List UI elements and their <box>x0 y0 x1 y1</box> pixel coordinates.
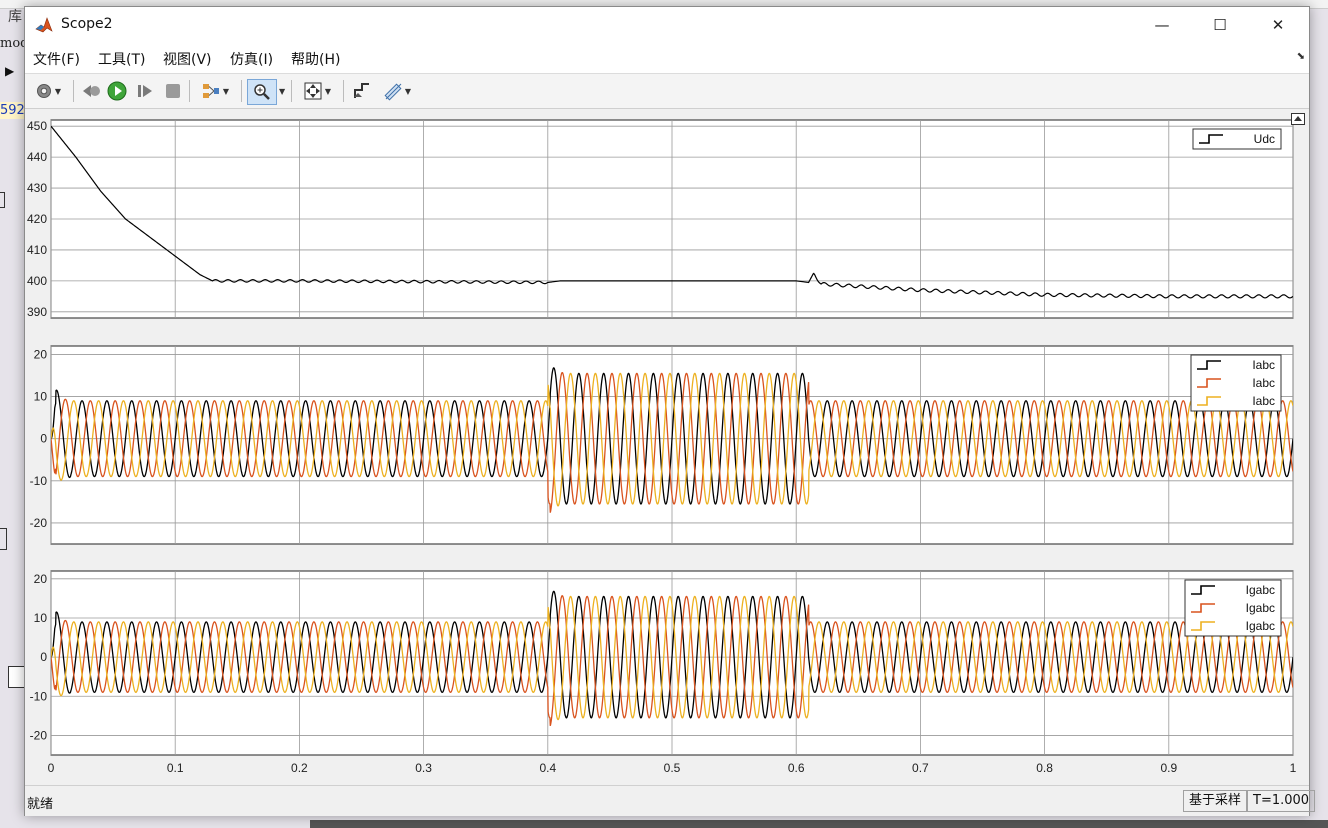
menu-bar: 文件(F) 工具(T) 视图(V) 仿真(I) 帮助(H) ⬊ <box>25 43 1309 74</box>
menu-view[interactable]: 视图(V) <box>163 49 212 69</box>
toolbar-separator <box>291 80 292 102</box>
x-tick-label: 0.6 <box>788 761 805 775</box>
legend[interactable]: Iabc Iabc Iabc <box>1190 354 1282 412</box>
step-back-button[interactable] <box>79 79 103 103</box>
cursor-measure-button[interactable]: ▼ <box>377 79 417 103</box>
background-block[interactable] <box>0 192 5 208</box>
legend-label: Iabc <box>1252 376 1275 390</box>
triggers-button[interactable] <box>349 79 375 103</box>
stop-icon <box>166 84 180 98</box>
cursor-measure-icon <box>384 83 402 101</box>
y-tick-label: 420 <box>27 212 47 226</box>
menu-file[interactable]: 文件(F) <box>33 49 80 69</box>
scope-plots: 390400410420430440450Udc-20-1001020IabcI… <box>27 119 1297 775</box>
zoom-dropdown-icon[interactable]: ▼ <box>279 87 285 96</box>
y-tick-label: 400 <box>27 274 47 288</box>
scope-panel-3[interactable]: -20 -10 0 10 20 0 0.1 0.2 0.3 0.4 0.5 0.6 0.7 0.8 0.9 1… <box>30 570 1297 775</box>
run-button[interactable] <box>105 79 129 103</box>
menu-simulation[interactable]: 仿真(I) <box>230 49 273 69</box>
title-bar[interactable]: Scope2 — ☐ ✕ <box>25 7 1309 43</box>
scope-panel-1[interactable]: 390 400 410 420 430 440 450 Udc <box>27 119 1294 319</box>
legend-label: Igabc <box>1246 583 1275 597</box>
toolbar-separator <box>73 80 74 102</box>
y-tick-label: 10 <box>34 390 48 404</box>
menu-help[interactable]: 帮助(H) <box>291 49 340 69</box>
legend-label: Iabc <box>1252 358 1275 372</box>
background-library-label: 库 <box>8 9 22 25</box>
legend-label: Iabc <box>1252 394 1275 408</box>
signal-selector-icon <box>202 84 219 98</box>
step-forward-button[interactable] <box>133 79 157 103</box>
scope-panel-2[interactable]: -20 -10 0 10 20 Iabc Iabc Iabc <box>30 345 1294 545</box>
toolbar: ▼ ▼ ▼ ▼ ▼ <box>25 74 1309 109</box>
x-tick-label: 0.5 <box>664 761 681 775</box>
y-tick-label: -10 <box>30 474 48 488</box>
fit-axes-button[interactable]: ▼ <box>297 79 337 103</box>
menu-tools[interactable]: 工具(T) <box>98 49 145 69</box>
status-time: T=1.000 <box>1247 790 1316 812</box>
y-tick-label: 440 <box>27 150 47 164</box>
zoom-button[interactable] <box>247 79 277 105</box>
step-forward-icon <box>138 85 152 97</box>
background-scrollbar[interactable] <box>310 820 1328 828</box>
step-back-icon <box>83 85 100 97</box>
y-tick-label: -20 <box>30 728 48 742</box>
y-tick-label: -10 <box>30 689 48 703</box>
status-bar: 就绪 基于采样 T=1.000 <box>25 785 1316 816</box>
y-tick-label: 390 <box>27 305 47 319</box>
zoom-icon <box>254 84 270 100</box>
stop-button[interactable] <box>161 79 185 103</box>
x-tick-label: 0 <box>48 761 55 775</box>
y-tick-label: 0 <box>40 432 47 446</box>
dock-arrow-icon[interactable]: ⬊ <box>1297 51 1305 62</box>
window-title: Scope2 <box>61 16 113 32</box>
background-block[interactable] <box>0 528 7 550</box>
x-tick-label: 0.4 <box>539 761 556 775</box>
legend-label: Igabc <box>1246 619 1275 633</box>
y-tick-label: 410 <box>27 243 47 257</box>
legend[interactable]: Udc <box>1192 128 1282 150</box>
y-tick-label: 20 <box>34 347 48 361</box>
y-tick-label: -20 <box>30 516 48 530</box>
x-tick-label: 1 <box>1290 761 1297 775</box>
x-tick-label: 0.1 <box>167 761 184 775</box>
triggers-icon <box>354 83 369 98</box>
legend-label: Igabc <box>1246 601 1275 615</box>
close-button[interactable]: ✕ <box>1249 7 1307 43</box>
maximize-button[interactable]: ☐ <box>1191 7 1249 43</box>
status-text: 就绪 <box>27 797 54 812</box>
x-tick-label: 0.2 <box>291 761 308 775</box>
fit-axes-icon <box>304 82 322 100</box>
toolbar-separator <box>189 80 190 102</box>
status-sample-mode: 基于采样 <box>1183 790 1248 812</box>
y-tick-label: 450 <box>27 119 47 133</box>
y-tick-label: 20 <box>34 572 48 586</box>
background-play-icon[interactable]: ▶ <box>5 64 14 78</box>
gear-icon <box>36 84 51 98</box>
matlab-icon <box>35 17 53 33</box>
scope-plot-area: 390 400 410 420 430 440 450 Udc -20 -10 0 10 20 Iabc I… <box>25 109 1309 785</box>
y-tick-label: 10 <box>34 611 48 625</box>
undock-icon[interactable] <box>1291 113 1305 125</box>
settings-button[interactable]: ▼ <box>29 79 67 103</box>
legend[interactable]: Igabc Igabc Igabc <box>1184 579 1282 637</box>
toolbar-separator <box>343 80 344 102</box>
x-tick-label: 0.9 <box>1160 761 1177 775</box>
run-icon <box>107 81 127 101</box>
background-link-text[interactable]: 592 <box>0 102 24 119</box>
x-tick-label: 0.7 <box>912 761 929 775</box>
legend-label: Udc <box>1254 132 1275 146</box>
scope-window: Scope2 — ☐ ✕ 文件(F) 工具(T) 视图(V) 仿真(I) 帮助(… <box>24 6 1316 816</box>
y-tick-label: 430 <box>27 181 47 195</box>
minimize-button[interactable]: — <box>1133 7 1191 43</box>
x-tick-label: 0.3 <box>415 761 432 775</box>
toolbar-separator <box>241 80 242 102</box>
y-tick-label: 0 <box>40 650 47 664</box>
signal-selector-button[interactable]: ▼ <box>195 79 235 103</box>
x-tick-label: 0.8 <box>1036 761 1053 775</box>
